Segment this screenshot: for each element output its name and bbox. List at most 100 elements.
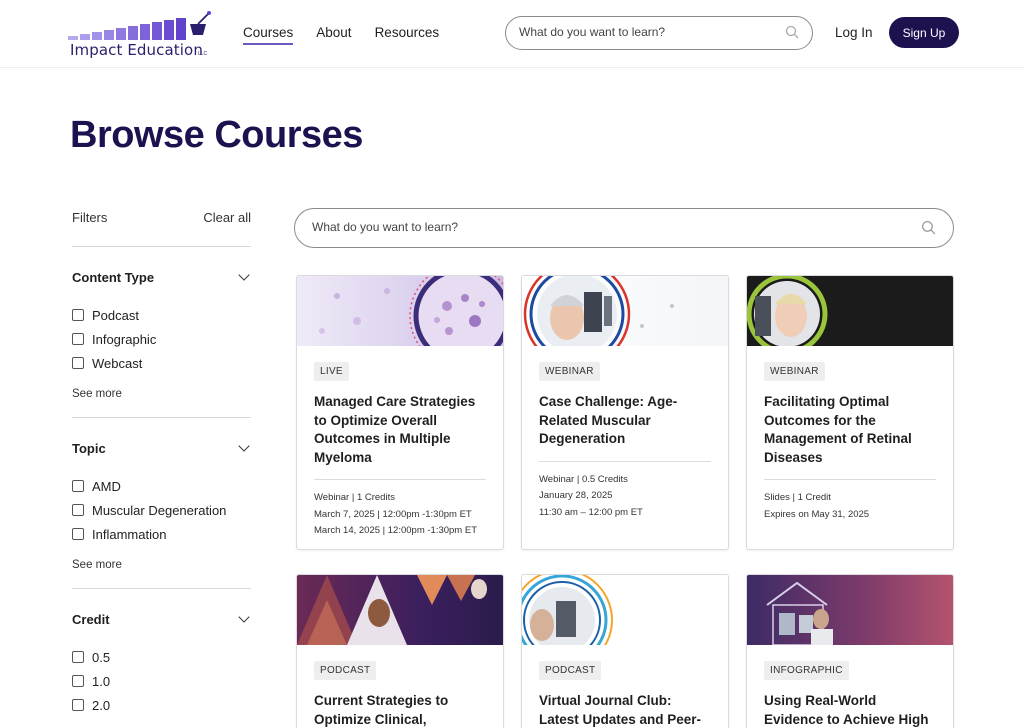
checkbox[interactable] bbox=[72, 357, 84, 369]
course-meta-date: March 14, 2025 | 12:00pm -1:30pm ET bbox=[314, 525, 477, 536]
signup-button[interactable]: Sign Up bbox=[889, 17, 959, 48]
course-title[interactable]: Virtual Journal Club: Latest Updates and… bbox=[539, 692, 711, 728]
card-body: WEBINAR Facilitating Optimal Outcomes fo… bbox=[747, 346, 953, 523]
course-meta-type: Webinar | 0.5 Credits bbox=[539, 473, 628, 485]
search-icon[interactable] bbox=[921, 220, 936, 235]
checkbox[interactable] bbox=[72, 309, 84, 321]
nav-courses[interactable]: Courses bbox=[243, 25, 294, 45]
filter-option-webcast[interactable]: Webcast bbox=[72, 351, 251, 375]
format-badge: WEBINAR bbox=[539, 362, 600, 381]
option-label: 2.0 bbox=[92, 697, 111, 713]
retina-exam-image bbox=[747, 276, 953, 346]
main-nav: Courses About Resources bbox=[243, 25, 439, 45]
course-search-input[interactable] bbox=[312, 209, 892, 245]
filter-group-header[interactable]: Credit bbox=[72, 610, 251, 628]
format-badge: LIVE bbox=[314, 362, 349, 381]
format-badge: INFOGRAPHIC bbox=[764, 661, 849, 680]
filter-option-inflammation[interactable]: Inflammation bbox=[72, 522, 251, 546]
filters-sidebar: Filters Clear all Content Type Podcast I… bbox=[72, 210, 251, 728]
filter-option-amd[interactable]: AMD bbox=[72, 474, 251, 498]
login-link[interactable]: Log In bbox=[835, 25, 873, 40]
filter-group-title: Topic bbox=[72, 440, 106, 456]
logo-text: Impact Education bbox=[70, 41, 203, 59]
checkbox[interactable] bbox=[72, 699, 84, 711]
checkbox[interactable] bbox=[72, 528, 84, 540]
option-label: Muscular Degeneration bbox=[92, 502, 227, 518]
card-body: PODCAST Current Strategies to Optimize C… bbox=[297, 645, 503, 728]
see-more-link[interactable]: See more bbox=[72, 559, 251, 571]
course-search bbox=[294, 208, 954, 248]
option-label: 1.0 bbox=[92, 673, 111, 689]
card-body: INFOGRAPHIC Using Real-World Evidence to… bbox=[747, 645, 953, 728]
filter-option-infographic[interactable]: Infographic bbox=[72, 327, 251, 351]
format-badge: PODCAST bbox=[314, 661, 377, 680]
checkbox[interactable] bbox=[72, 651, 84, 663]
option-label: Inflammation bbox=[92, 526, 167, 542]
card-body: PODCAST Virtual Journal Club: Latest Upd… bbox=[522, 645, 728, 728]
journal-club-image bbox=[522, 575, 728, 645]
option-label: AMD bbox=[92, 478, 121, 494]
course-card[interactable]: PODCAST Current Strategies to Optimize C… bbox=[296, 574, 504, 728]
filter-option-muscular-degeneration[interactable]: Muscular Degeneration bbox=[72, 498, 251, 522]
filter-option-credit-2-0[interactable]: 2.0 bbox=[72, 693, 251, 717]
filters-header: Filters Clear all bbox=[72, 210, 251, 247]
header-search-input[interactable] bbox=[519, 17, 779, 47]
myeloma-cells-image bbox=[297, 276, 503, 346]
course-meta-date: March 7, 2025 | 12:00pm -1:30pm ET bbox=[314, 508, 472, 520]
course-card[interactable]: WEBINAR Facilitating Optimal Outcomes fo… bbox=[746, 275, 954, 550]
option-label: Infographic bbox=[92, 331, 157, 347]
card-divider bbox=[314, 479, 486, 480]
nav-resources[interactable]: Resources bbox=[375, 25, 440, 45]
site-header: Impact Education LLC Courses About Resou… bbox=[0, 0, 1024, 68]
filter-option-podcast[interactable]: Podcast bbox=[72, 303, 251, 327]
course-meta-expiry: Expires on May 31, 2025 bbox=[764, 508, 870, 520]
option-label: Podcast bbox=[92, 307, 139, 323]
chevron-down-icon[interactable] bbox=[238, 611, 250, 623]
course-meta-type: Slides | 1 Credit bbox=[764, 492, 831, 503]
course-card[interactable]: INFOGRAPHIC Using Real-World Evidence to… bbox=[746, 574, 954, 728]
card-divider bbox=[539, 460, 711, 462]
chevron-down-icon[interactable] bbox=[238, 269, 250, 281]
chevron-down-icon[interactable] bbox=[238, 440, 250, 452]
filter-option-credit-0-5[interactable]: 0.5 bbox=[72, 645, 251, 669]
course-card[interactable]: WEBINAR Case Challenge: Age-Related Musc… bbox=[521, 275, 729, 550]
filter-group-header[interactable]: Content Type bbox=[72, 268, 251, 286]
course-meta-time: 11:30 am – 12:00 pm ET bbox=[539, 506, 643, 518]
course-card[interactable]: PODCAST Virtual Journal Club: Latest Upd… bbox=[521, 574, 729, 728]
header-search bbox=[505, 16, 813, 50]
course-meta-date: January 28, 2025 bbox=[539, 490, 613, 501]
format-badge: PODCAST bbox=[539, 661, 602, 680]
filter-group-content-type: Content Type Podcast Infographic Webcast… bbox=[72, 247, 251, 418]
format-badge: WEBINAR bbox=[764, 362, 825, 381]
logo-bars-graphic bbox=[68, 11, 211, 40]
course-card[interactable]: LIVE Managed Care Strategies to Optimize… bbox=[296, 275, 504, 550]
clear-all-link[interactable]: Clear all bbox=[203, 210, 251, 246]
checkbox[interactable] bbox=[72, 504, 84, 516]
impact-education-logo[interactable]: Impact Education LLC bbox=[66, 10, 216, 60]
filter-group-title: Content Type bbox=[72, 269, 155, 285]
eye-exam-image bbox=[522, 276, 728, 346]
filter-group-title: Credit bbox=[72, 611, 110, 627]
real-world-evidence-image bbox=[747, 575, 953, 645]
course-title[interactable]: Managed Care Strategies to Optimize Over… bbox=[314, 393, 486, 467]
logo-llc: LLC bbox=[198, 51, 208, 57]
see-more-link[interactable]: See more bbox=[72, 388, 251, 400]
filters-label: Filters bbox=[72, 210, 108, 225]
search-icon[interactable] bbox=[785, 25, 799, 39]
checkbox[interactable] bbox=[72, 480, 84, 492]
nav-about[interactable]: About bbox=[316, 25, 351, 45]
checkbox[interactable] bbox=[72, 675, 84, 687]
checkbox[interactable] bbox=[72, 333, 84, 345]
course-title[interactable]: Case Challenge: Age-Related Muscular Deg… bbox=[539, 393, 711, 449]
course-title[interactable]: Current Strategies to Optimize Clinical, bbox=[314, 692, 486, 728]
option-label: 0.5 bbox=[92, 649, 111, 665]
course-title[interactable]: Facilitating Optimal Outcomes for the Ma… bbox=[764, 393, 936, 467]
card-body: WEBINAR Case Challenge: Age-Related Musc… bbox=[522, 346, 728, 521]
page-title: Browse Courses bbox=[70, 114, 363, 156]
course-title[interactable]: Using Real-World Evidence to Achieve Hig… bbox=[764, 692, 936, 728]
option-label: Webcast bbox=[92, 355, 143, 371]
filter-option-credit-1-0[interactable]: 1.0 bbox=[72, 669, 251, 693]
course-meta-type: Webinar | 1 Credits bbox=[314, 492, 395, 503]
filter-group-credit: Credit 0.5 1.0 2.0 bbox=[72, 589, 251, 728]
filter-group-header[interactable]: Topic bbox=[72, 439, 251, 457]
